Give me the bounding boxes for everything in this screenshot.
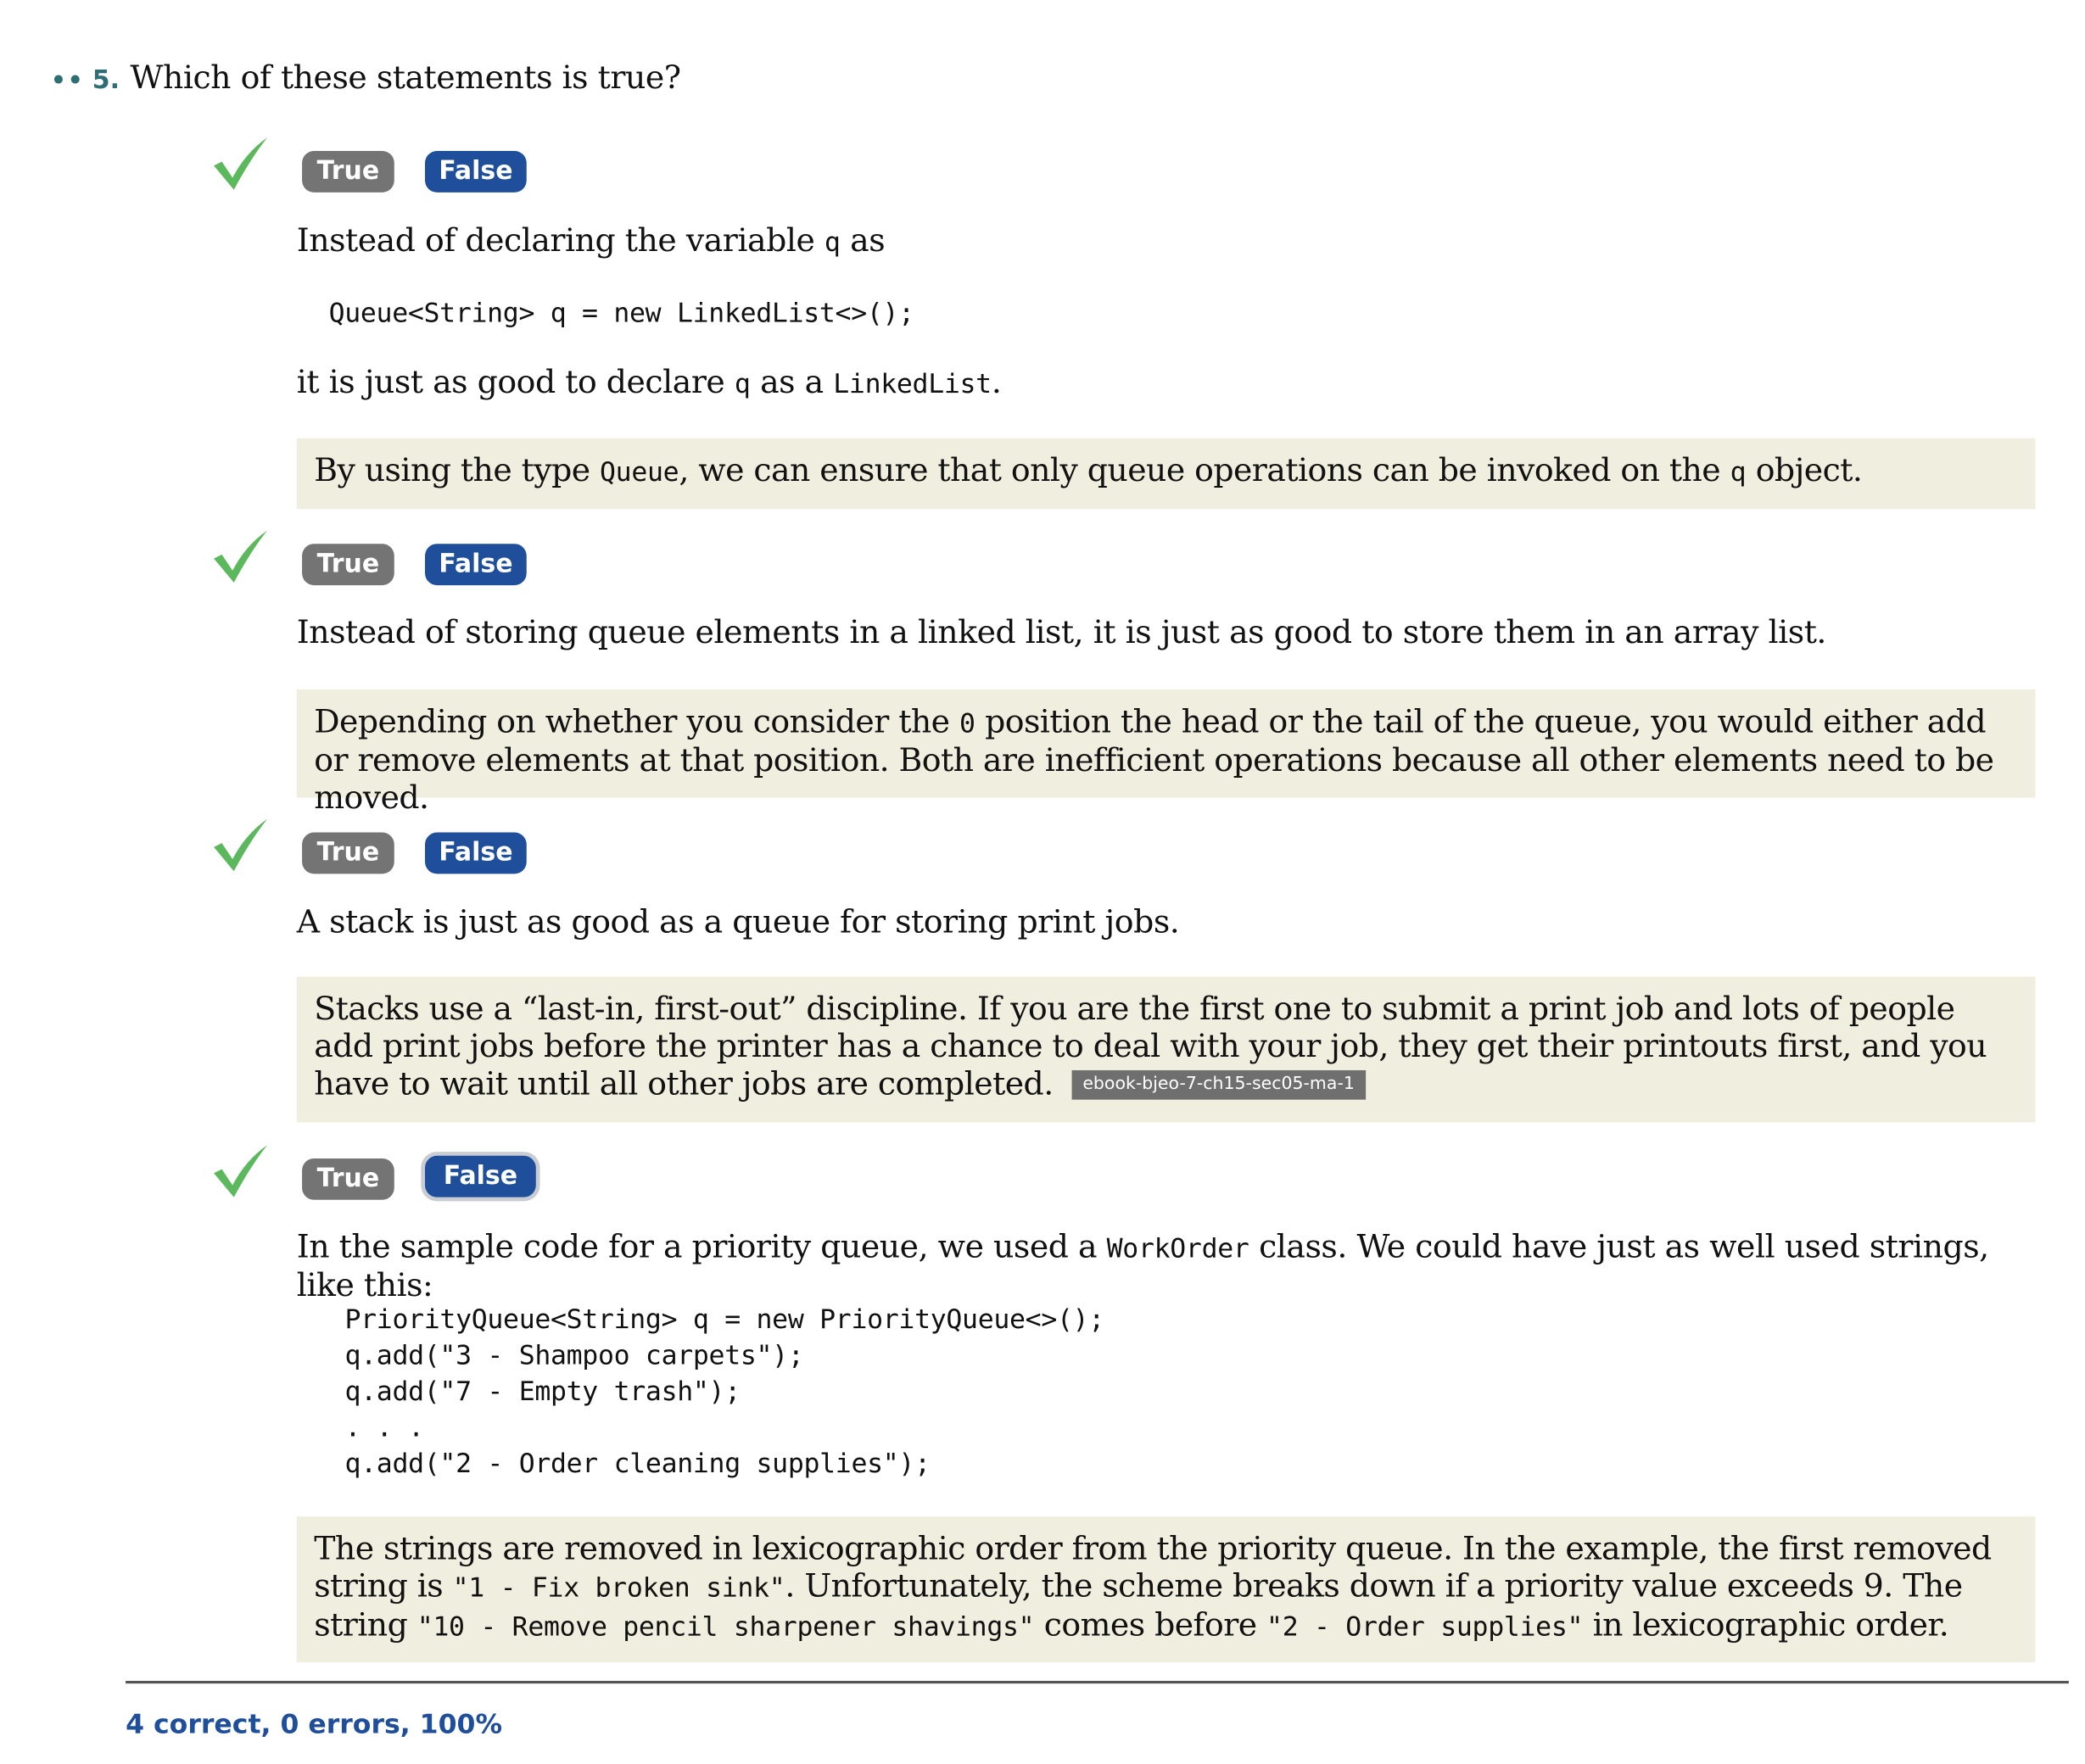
checkmark-icon xyxy=(214,530,268,583)
feedback-box: By using the type Queue, we can ensure t… xyxy=(296,438,2036,510)
code-line: PriorityQueue<String> q = new PriorityQu… xyxy=(344,1303,1104,1335)
statement-text: A stack is just as good as a queue for s… xyxy=(296,903,1180,941)
true-button[interactable]: True xyxy=(302,1158,394,1200)
score-summary: 4 correct, 0 errors, 100% xyxy=(126,1707,503,1740)
difficulty-dots: •• xyxy=(50,66,85,95)
false-button[interactable]: False xyxy=(425,151,527,193)
checkmark-icon xyxy=(214,1145,268,1197)
checkmark-icon xyxy=(214,137,268,190)
code-block: Queue<String> q = new LinkedList<>(); xyxy=(328,296,915,329)
code-line: q.add("3 - Shampoo carpets"); xyxy=(344,1338,804,1371)
feedback-box: The strings are removed in lexicographic… xyxy=(296,1516,2036,1662)
code-line: q.add("2 - Order cleaning supplies"); xyxy=(344,1447,931,1480)
question-header: •• 5. Which of these statements is true? xyxy=(51,59,681,96)
false-button-selected[interactable]: False xyxy=(425,1155,536,1197)
checkmark-icon xyxy=(214,818,268,872)
true-button[interactable]: True xyxy=(302,544,394,586)
statement-text: Instead of declaring the variable q as xyxy=(296,221,886,260)
false-button[interactable]: False xyxy=(425,832,527,874)
code-line: q.add("7 - Empty trash"); xyxy=(344,1375,741,1408)
divider xyxy=(126,1680,2069,1684)
feedback-box: Depending on whether you consider the 0 … xyxy=(296,689,2036,817)
statement-text: In the sample code for a priority queue,… xyxy=(296,1227,1989,1304)
code-line: . . . xyxy=(344,1410,424,1443)
statement-text-continued: it is just as good to declare q as a Lin… xyxy=(296,363,1002,401)
feedback-box: Stacks use a “last-in, first-out” discip… xyxy=(296,976,2036,1123)
false-button[interactable]: False xyxy=(425,544,527,586)
question-number: 5. xyxy=(92,65,120,95)
statement-text: Instead of storing queue elements in a l… xyxy=(296,613,1827,651)
true-button[interactable]: True xyxy=(302,151,394,193)
item-id-tooltip: ebook-bjeo-7-ch15-sec05-ma-1 xyxy=(1071,1069,1366,1100)
true-button[interactable]: True xyxy=(302,832,394,874)
question-text: Which of these statements is true? xyxy=(130,59,681,97)
code-block: PriorityQueue<String> q = new PriorityQu… xyxy=(344,1302,1104,1482)
